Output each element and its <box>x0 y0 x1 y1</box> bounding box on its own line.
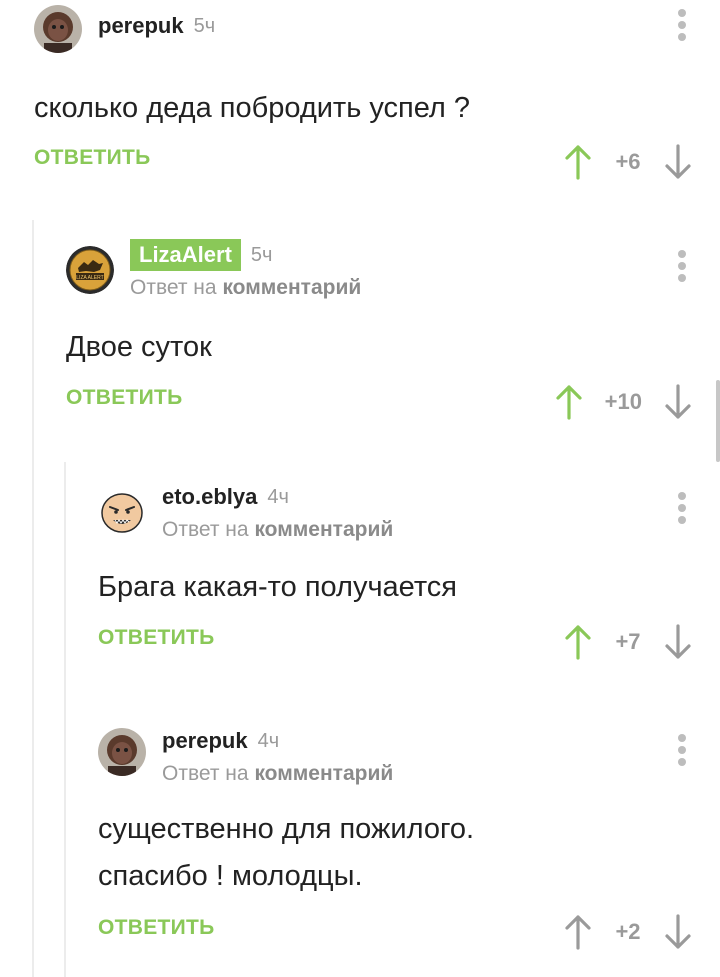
comment-header: LIZA ALERT LizaAlert 5ч Ответ на коммент… <box>66 239 720 299</box>
avatar[interactable] <box>34 5 82 53</box>
upvote-arrow-icon[interactable] <box>555 384 583 420</box>
vote-controls: +2 <box>564 912 692 952</box>
reply-button[interactable]: ОТВЕТИТЬ <box>34 146 151 170</box>
comment-text: существенно для пожилого. спасибо ! моло… <box>98 806 474 900</box>
thread-line-level-2 <box>64 462 66 977</box>
downvote-arrow-icon[interactable] <box>664 144 692 180</box>
downvote-arrow-icon[interactable] <box>664 914 692 950</box>
comment-header: perepuk 4ч Ответ на комментарий <box>98 726 720 785</box>
reply-to-link[interactable]: комментарий <box>254 518 393 541</box>
reply-to-line: Ответ на комментарий <box>130 276 361 300</box>
rating: +10 <box>604 389 642 414</box>
downvote-arrow-icon[interactable] <box>664 624 692 660</box>
comment-actions: ОТВЕТИТЬ +2 <box>98 912 720 952</box>
vote-controls: +10 <box>555 382 692 422</box>
comment-actions: ОТВЕТИТЬ +10 <box>66 382 720 422</box>
comment-header: perepuk 5ч <box>34 5 720 55</box>
downvote-arrow-icon[interactable] <box>664 384 692 420</box>
more-options-icon[interactable] <box>678 734 686 766</box>
author-name[interactable]: eto.eblya <box>162 484 257 510</box>
reply-to-prefix: Ответ на <box>130 276 217 299</box>
timestamp: 4ч <box>267 485 289 508</box>
rating: +2 <box>615 919 641 944</box>
reply-to-line: Ответ на комментарий <box>162 762 393 786</box>
more-options-icon[interactable] <box>678 492 686 524</box>
reply-button[interactable]: ОТВЕТИТЬ <box>66 386 183 410</box>
scrollbar-thumb[interactable] <box>716 380 720 462</box>
thread-line-level-1 <box>32 220 34 977</box>
comment-text-line: спасибо ! молодцы. <box>98 860 363 892</box>
comment-reply: perepuk 4ч Ответ на комментарий существе… <box>98 726 720 977</box>
comment-text-line: существенно для пожилого. <box>98 813 475 845</box>
upvote-arrow-icon[interactable] <box>564 914 592 950</box>
comment-reply: LIZA ALERT LizaAlert 5ч Ответ на коммент… <box>66 239 720 430</box>
comment-actions: ОТВЕТИТЬ +7 <box>98 622 720 662</box>
comment-text: Брага какая-то получается <box>98 571 458 603</box>
reply-button[interactable]: ОТВЕТИТЬ <box>98 916 215 940</box>
timestamp: 5ч <box>250 243 273 266</box>
reply-to-prefix: Ответ на <box>162 518 249 541</box>
reply-to-prefix: Ответ на <box>162 762 249 785</box>
author-name-badge[interactable]: LizaAlert <box>130 239 241 271</box>
comment-actions: ОТВЕТИТЬ +6 <box>34 142 720 182</box>
upvote-arrow-icon[interactable] <box>564 624 592 660</box>
upvote-arrow-icon[interactable] <box>564 144 592 180</box>
timestamp: 4ч <box>257 729 280 752</box>
comment-meta: perepuk 4ч Ответ на комментарий <box>162 726 393 786</box>
reply-button[interactable]: ОТВЕТИТЬ <box>98 626 215 650</box>
reply-to-link[interactable]: комментарий <box>222 276 361 299</box>
comment-text: Двое суток <box>66 331 212 363</box>
more-options-icon[interactable] <box>678 250 686 282</box>
comment-meta: perepuk 5ч <box>98 11 215 41</box>
rating: +6 <box>615 149 641 174</box>
author-name[interactable]: perepuk <box>162 728 248 754</box>
vote-controls: +7 <box>564 622 692 662</box>
avatar[interactable] <box>98 728 146 776</box>
avatar[interactable]: LIZA ALERT <box>66 246 114 294</box>
reply-to-line: Ответ на комментарий <box>162 518 393 542</box>
reply-to-link[interactable]: комментарий <box>254 762 393 785</box>
comment-text: сколько деда побродить успел ? <box>34 92 471 124</box>
rating: +7 <box>615 629 641 654</box>
author-name[interactable]: perepuk <box>98 13 184 39</box>
comment-meta: eto.eblya 4ч Ответ на комментарий <box>162 482 393 542</box>
comment: perepuk 5ч сколько деда побродить успел … <box>34 5 720 195</box>
more-options-icon[interactable] <box>678 9 686 41</box>
timestamp: 5ч <box>193 14 216 37</box>
vote-controls: +6 <box>564 142 692 182</box>
comment-header: eto.eblya 4ч Ответ на комментарий <box>98 482 720 541</box>
avatar-logo-text: LIZA ALERT <box>76 275 103 281</box>
avatar[interactable] <box>98 488 146 536</box>
comment-meta: LizaAlert 5ч Ответ на комментарий <box>130 239 361 300</box>
comment-reply: eto.eblya 4ч Ответ на комментарий Брага … <box>98 482 720 672</box>
